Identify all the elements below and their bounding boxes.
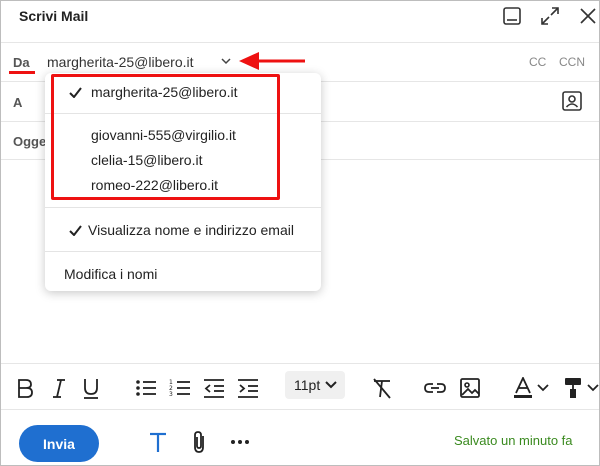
- svg-text:3: 3: [169, 391, 173, 398]
- from-label: Da: [13, 55, 30, 70]
- bullet-list-icon[interactable]: [135, 375, 157, 401]
- to-label: A: [13, 95, 23, 110]
- address-book-icon[interactable]: [561, 90, 583, 112]
- account-option[interactable]: giovanni-555@virgilio.it: [91, 127, 236, 143]
- divider: [45, 113, 321, 114]
- window-title: Scrivi Mail: [19, 8, 89, 24]
- numbered-list-icon[interactable]: 123: [169, 375, 191, 401]
- divider: [45, 251, 321, 252]
- text-format-icon[interactable]: [148, 429, 168, 455]
- check-icon: [69, 225, 82, 236]
- indent-icon[interactable]: [237, 375, 259, 401]
- subject-label: Ogge: [13, 134, 47, 149]
- image-icon[interactable]: [459, 375, 481, 401]
- annotation-arrow-icon: [239, 52, 305, 70]
- highlight-color-icon[interactable]: [563, 375, 599, 401]
- chevron-down-icon[interactable]: [220, 55, 232, 67]
- expand-icon[interactable]: [539, 5, 561, 27]
- font-size-select[interactable]: 11pt: [285, 371, 345, 399]
- account-option[interactable]: margherita-25@libero.it: [91, 84, 238, 100]
- compose-window: Scrivi Mail Da margherita-25@libero.it C…: [0, 0, 600, 466]
- underline-icon[interactable]: [81, 375, 101, 401]
- more-options-icon[interactable]: [230, 429, 250, 455]
- close-icon[interactable]: [577, 5, 599, 27]
- divider: [45, 207, 321, 208]
- sender-dropdown: margherita-25@libero.it giovanni-555@vir…: [45, 73, 321, 291]
- minimize-icon[interactable]: [501, 5, 523, 27]
- clear-format-icon[interactable]: [371, 375, 393, 401]
- chevron-down-icon: [325, 381, 337, 389]
- font-size-value: 11pt: [294, 377, 321, 393]
- check-icon: [69, 87, 82, 98]
- bcc-button[interactable]: CCN: [559, 55, 585, 69]
- save-status: Salvato un minuto fa: [454, 433, 573, 448]
- outdent-icon[interactable]: [203, 375, 225, 401]
- attachment-icon[interactable]: [190, 429, 208, 455]
- divider: [1, 42, 599, 43]
- italic-icon[interactable]: [49, 375, 69, 401]
- compose-header: Scrivi Mail: [1, 1, 599, 43]
- bold-icon[interactable]: [15, 375, 35, 401]
- cc-button[interactable]: CC: [529, 55, 546, 69]
- from-label-underline: [9, 71, 35, 74]
- sender-selector[interactable]: margherita-25@libero.it: [47, 54, 194, 70]
- edit-names-option[interactable]: Modifica i nomi: [64, 266, 157, 282]
- account-option[interactable]: romeo-222@libero.it: [91, 177, 218, 193]
- send-button[interactable]: Invia: [19, 425, 99, 462]
- show-name-email-option[interactable]: Visualizza nome e indirizzo email: [88, 222, 294, 238]
- link-icon[interactable]: [423, 375, 447, 401]
- account-option[interactable]: clelia-15@libero.it: [91, 152, 202, 168]
- text-color-icon[interactable]: [513, 375, 549, 401]
